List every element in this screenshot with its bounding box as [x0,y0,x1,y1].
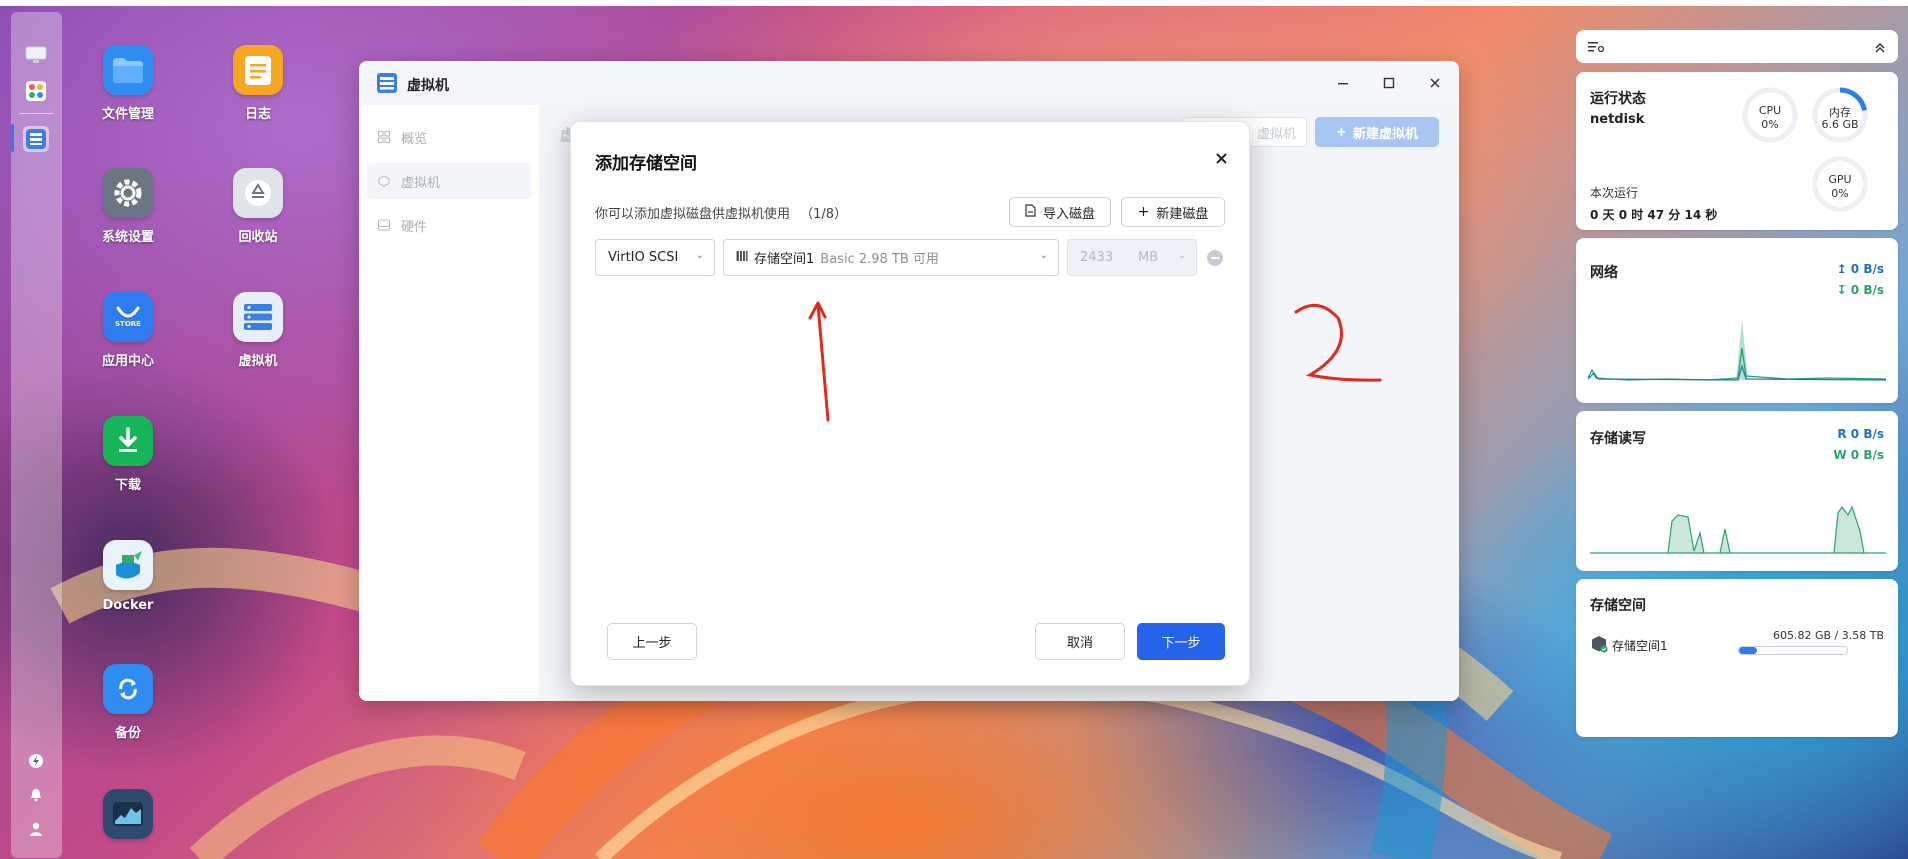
network-download-rate: ↧ 0 B/s [1836,283,1884,297]
memory-value: 6.6 GB [1821,118,1859,131]
widgets-panel: 运行状态 netdisk CPU 0% 内存 6.6 GB GPU 0% 本次运… [1568,22,1898,737]
disk-io-card: 存储读写 R 0 B/s W 0 B/s [1576,411,1898,571]
storage-title: 存储空间 [1590,598,1646,614]
collapse-chevron-icon[interactable] [1874,39,1886,58]
disk-read-rate: R 0 B/s [1837,427,1884,441]
disk-write-prefix: W [1833,448,1847,462]
handwritten-2-annotation [1294,303,1382,382]
cpu-value: 0% [1761,118,1779,131]
storage-usage-text: 605.82 GB / 3.58 TB [1772,629,1884,642]
gpu-label: GPU [1828,173,1852,186]
filter-settings-icon[interactable] [1588,39,1605,58]
gpu-gauge: GPU 0% [1810,154,1870,214]
uptime-value: 0 天 0 时 47 分 14 秒 [1590,208,1718,222]
red-arrow-annotation [808,301,830,422]
storage-pool-label: 存储空间1 [1612,639,1668,653]
network-download-value: 0 B/s [1850,283,1884,297]
status-title: 运行状态 [1590,91,1646,107]
storage-usage-bar [1738,646,1848,655]
gpu-value: 0% [1831,187,1849,200]
hostname: netdisk [1590,112,1645,127]
cpu-label: CPU [1758,104,1782,117]
network-upload-value: 0 B/s [1850,262,1884,276]
disk-io-sparkline [1590,505,1886,554]
network-card: 网络 ↥ 0 B/s ↧ 0 B/s [1576,238,1898,403]
network-upload-rate: ↥ 0 B/s [1836,262,1884,276]
storage-usage-fill [1739,647,1758,654]
status-card: 运行状态 netdisk CPU 0% 内存 6.6 GB GPU 0% 本次运… [1576,72,1898,230]
disk-write-rate: W 0 B/s [1833,448,1884,462]
widgets-header [1576,30,1898,63]
disk-read-value: 0 B/s [1850,427,1884,441]
uptime-label: 本次运行 [1590,186,1639,200]
memory-gauge: 内存 6.6 GB [1810,85,1870,145]
disk-read-prefix: R [1837,427,1847,441]
cpu-gauge: CPU 0% [1740,85,1800,145]
storage-pool-cube-icon [1590,635,1608,657]
disk-write-value: 0 B/s [1850,448,1884,462]
network-sparkline [1588,320,1886,381]
storage-card: 存储空间 存储空间1 605.82 GB / 3.58 TB [1576,579,1898,737]
network-title: 网络 [1590,265,1618,281]
disk-io-title: 存储读写 [1590,431,1646,447]
